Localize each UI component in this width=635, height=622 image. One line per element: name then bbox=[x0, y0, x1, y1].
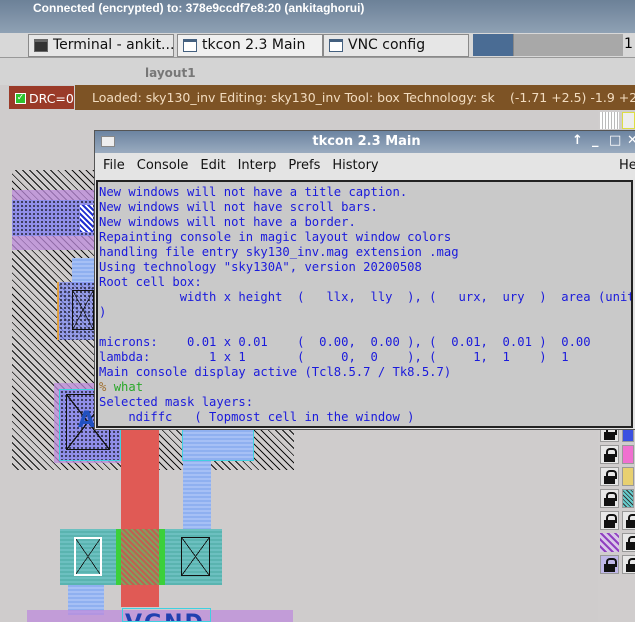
console-line: New windows will not have a title captio… bbox=[99, 185, 408, 199]
window-icon bbox=[101, 136, 115, 147]
window-icon bbox=[329, 39, 343, 52]
console-output[interactable]: New windows will not have a title captio… bbox=[96, 180, 633, 428]
console-line: Selected mask layers: bbox=[99, 395, 254, 409]
maximize-icon[interactable]: □ bbox=[609, 133, 621, 148]
task-terminal[interactable]: Terminal - ankit... bbox=[28, 34, 174, 57]
magic-title-bar bbox=[0, 58, 635, 85]
close-icon[interactable]: ✕ bbox=[627, 133, 635, 148]
task-label: tkcon 2.3 Main bbox=[202, 37, 306, 53]
check-icon: ✓ bbox=[15, 93, 26, 104]
console-line: Repainting console in magic layout windo… bbox=[99, 230, 452, 244]
menu-edit[interactable]: Edit bbox=[200, 153, 225, 179]
drc-label: DRC=0 bbox=[29, 91, 74, 106]
tkcon-menubar: File Console Edit Interp Prefs History H… bbox=[95, 153, 635, 179]
tkcon-window: tkcon 2.3 Main ↑ _ □ ✕ File Console Edit… bbox=[94, 130, 635, 430]
lock-icon[interactable] bbox=[622, 533, 635, 552]
menu-file[interactable]: File bbox=[103, 153, 125, 179]
layer-swatch[interactable] bbox=[622, 467, 634, 486]
tkcon-title: tkcon 2.3 Main bbox=[312, 134, 421, 149]
menu-console[interactable]: Console bbox=[137, 153, 189, 179]
contact bbox=[181, 537, 210, 576]
lock-icon[interactable] bbox=[600, 467, 619, 486]
contact-selected bbox=[74, 537, 102, 576]
layer-swatch[interactable] bbox=[622, 489, 634, 508]
task-vnc-config[interactable]: VNC config bbox=[323, 34, 469, 57]
console-command-line: % what bbox=[99, 380, 631, 395]
label-vgnd: VGND bbox=[125, 611, 205, 621]
label-a: A bbox=[78, 408, 96, 433]
menu-prefs[interactable]: Prefs bbox=[288, 153, 320, 179]
menu-history[interactable]: History bbox=[332, 153, 378, 179]
clock: 1 bbox=[624, 36, 633, 52]
console-line: New windows will not have a border. bbox=[99, 215, 356, 229]
vnc-connection-title: Connected (encrypted) to: 378e9ccdf7e8:2… bbox=[33, 1, 365, 15]
console-line: Root cell box: bbox=[99, 275, 202, 289]
console-line: Using technology "sky130A", version 2020… bbox=[99, 260, 422, 274]
vgnd-label-box: VGND bbox=[122, 608, 211, 622]
layer-swatch[interactable] bbox=[622, 112, 635, 129]
menu-help[interactable]: Help bbox=[619, 153, 635, 179]
console-line: microns: 0.01 x 0.01 ( 0.00, 0.00 ), ( 0… bbox=[99, 335, 591, 349]
tkcon-title-bar[interactable]: tkcon 2.3 Main bbox=[95, 131, 635, 153]
console-line: handling file entry sky130_inv.mag exten… bbox=[99, 245, 459, 259]
drc-toggle[interactable]: ✓ DRC=0 bbox=[8, 85, 75, 110]
menu-interp[interactable]: Interp bbox=[238, 153, 277, 179]
console-line: ) bbox=[99, 305, 107, 319]
lock-icon[interactable] bbox=[622, 555, 635, 574]
magic-status-bar: Loaded: sky130_inv Editing: sky130_inv T… bbox=[8, 85, 635, 110]
status-text: Loaded: sky130_inv Editing: sky130_inv T… bbox=[92, 90, 495, 105]
lock-icon[interactable] bbox=[600, 511, 619, 530]
task-label: Terminal - ankit... bbox=[53, 37, 174, 53]
task-tkcon[interactable]: tkcon 2.3 Main bbox=[177, 34, 323, 57]
grid-toggle[interactable] bbox=[600, 112, 619, 129]
contact bbox=[72, 290, 94, 330]
minimize-icon[interactable]: _ bbox=[592, 133, 599, 148]
console-line: ndiffc ( Topmost cell in the window ) bbox=[99, 410, 415, 424]
console-line: width x height ( llx, lly ), ( urx, ury … bbox=[99, 290, 633, 304]
lock-icon[interactable] bbox=[622, 511, 635, 530]
workspace-switcher[interactable] bbox=[513, 34, 623, 56]
command: what bbox=[113, 380, 144, 394]
cursor-coords: (-1.71 +2.5) -1.9 +2. bbox=[506, 85, 635, 110]
layer-swatch[interactable] bbox=[600, 533, 619, 552]
via-region bbox=[80, 205, 93, 232]
metal-drain-top bbox=[182, 429, 254, 461]
workspace-switcher-active[interactable] bbox=[473, 34, 513, 56]
console-line: Main console display active (Tcl8.5.7 / … bbox=[99, 365, 452, 379]
raise-icon[interactable]: ↑ bbox=[572, 133, 583, 148]
lock-icon[interactable] bbox=[600, 555, 619, 574]
window-icon bbox=[183, 39, 197, 52]
lock-icon[interactable] bbox=[600, 445, 619, 464]
prompt: % bbox=[99, 380, 107, 394]
console-line: New windows will not have scroll bars. bbox=[99, 200, 378, 214]
metal-strip bbox=[72, 258, 94, 285]
magic-window-title: layout1 bbox=[145, 66, 196, 80]
task-label: VNC config bbox=[348, 37, 426, 53]
transistor-gate bbox=[121, 529, 159, 585]
console-line: lambda: 1 x 1 ( 0, 0 ), ( 1, 1 ) 1 bbox=[99, 350, 569, 364]
lock-icon[interactable] bbox=[600, 489, 619, 508]
terminal-icon bbox=[34, 39, 48, 52]
layer-swatch[interactable] bbox=[622, 445, 634, 464]
